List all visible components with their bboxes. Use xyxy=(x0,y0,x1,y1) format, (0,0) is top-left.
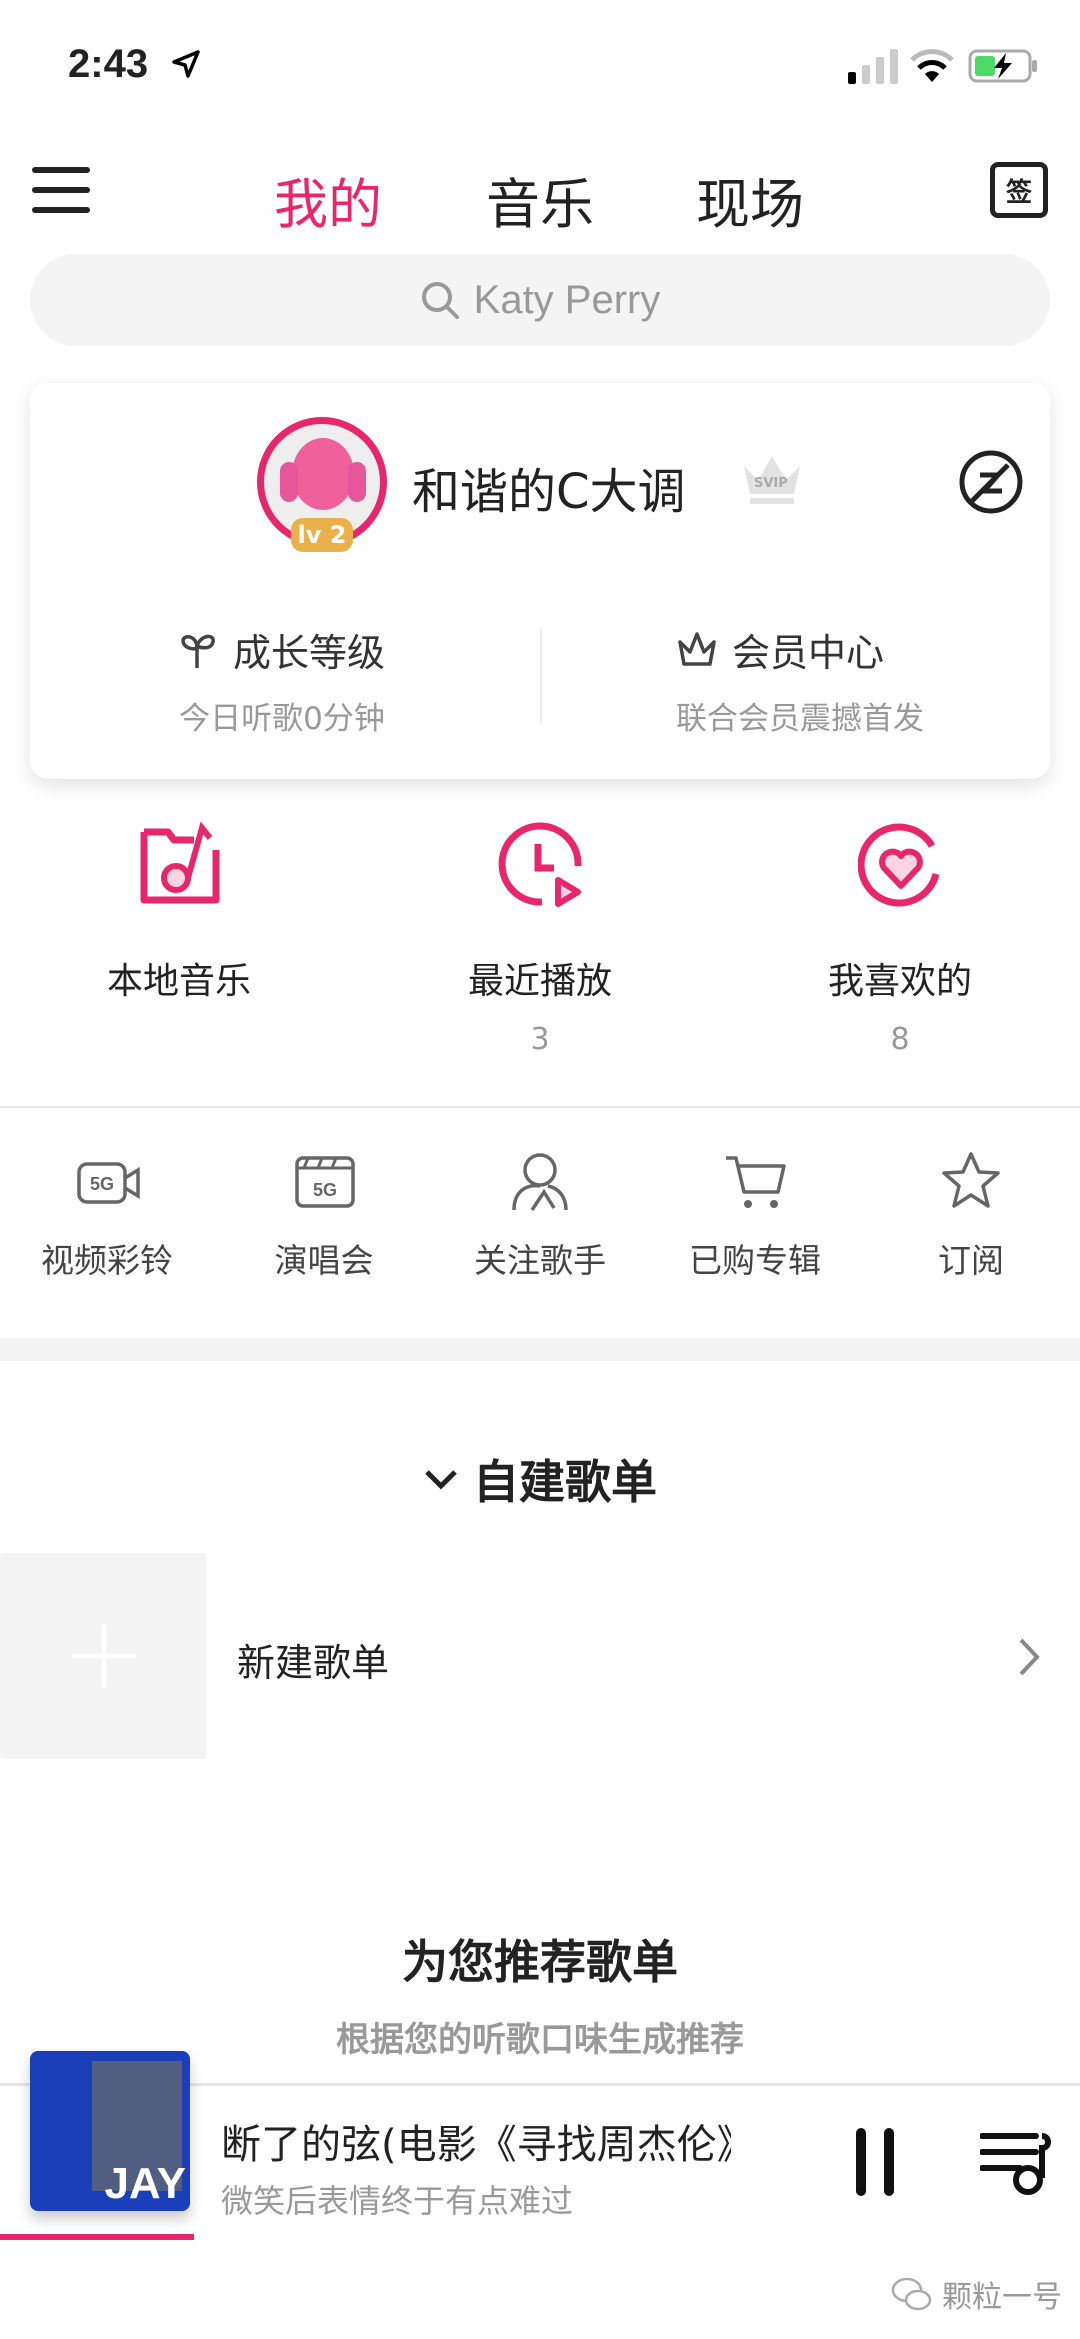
favorites-label[interactable]: 我喜欢的 xyxy=(828,952,972,1004)
new-playlist-label[interactable]: 新建歌单 xyxy=(237,1632,389,1687)
search-input[interactable]: Katy Perry xyxy=(30,254,1050,346)
checkin-calendar-icon[interactable]: 签 xyxy=(990,162,1048,218)
watermark-text: 颗粒一号 xyxy=(942,2280,1062,2315)
member-center-title: 会员中心 xyxy=(732,631,885,675)
progress-fill xyxy=(0,2234,195,2240)
singer-icon xyxy=(512,1153,568,1211)
section-gap xyxy=(0,1338,1080,1361)
recent-play-count: 3 xyxy=(530,1022,550,1057)
recent-play-label[interactable]: 最近播放 xyxy=(468,952,612,1004)
shortcut-video-ringtone[interactable]: 视频彩铃 xyxy=(41,1234,173,1282)
svip-badge: SVIP xyxy=(754,476,788,491)
star-icon xyxy=(942,1152,1000,1208)
search-icon xyxy=(421,282,459,319)
stats-divider xyxy=(540,628,542,724)
tab-music[interactable]: 音乐 xyxy=(486,160,594,239)
shortcut-subscriptions[interactable]: 订阅 xyxy=(938,1234,1004,1282)
growth-level-title: 成长等级 xyxy=(232,631,386,675)
chevron-right-icon[interactable] xyxy=(1016,1636,1042,1678)
plus-icon xyxy=(72,1625,136,1687)
svg-text:5G: 5G xyxy=(90,1174,114,1194)
battery-charging-icon xyxy=(968,49,1037,83)
pause-icon[interactable] xyxy=(852,2126,900,2198)
playback-progress[interactable] xyxy=(0,2234,1080,2240)
wifi-icon xyxy=(910,49,954,82)
location-arrow-icon xyxy=(172,50,200,78)
my-playlists-header[interactable]: 自建歌单 xyxy=(423,1446,657,1512)
album-art[interactable]: JAY xyxy=(30,2051,190,2211)
growth-level-subtitle: 今日听歌0分钟 xyxy=(179,701,385,737)
new-playlist-tile[interactable] xyxy=(0,1553,207,1759)
signal-icon xyxy=(848,49,898,84)
tab-mine[interactable]: 我的 xyxy=(274,160,382,239)
status-time: 2:43 xyxy=(68,42,149,86)
album-art-text: JAY xyxy=(104,2159,186,2208)
local-music-label[interactable]: 本地音乐 xyxy=(107,952,251,1004)
divider xyxy=(0,1106,1080,1108)
search-placeholder: Katy Perry xyxy=(473,277,661,322)
wechat-icon xyxy=(891,2277,932,2311)
svip-crown-icon: SVIP xyxy=(740,452,804,506)
recent-play-icon xyxy=(498,822,582,907)
switch-theme-icon[interactable] xyxy=(958,449,1024,515)
growth-level[interactable]: 成长等级 今日听歌0分钟 xyxy=(179,622,385,738)
concert-5g-icon: 5G xyxy=(295,1156,355,1208)
favorites-heart-icon xyxy=(858,823,940,907)
chevron-down-icon xyxy=(425,1470,457,1490)
svg-text:5G: 5G xyxy=(313,1180,337,1200)
shortcut-concert[interactable]: 演唱会 xyxy=(275,1234,374,1282)
tab-live[interactable]: 现场 xyxy=(696,160,804,239)
cart-icon xyxy=(726,1156,786,1208)
username[interactable]: 和谐的C大调 xyxy=(412,452,686,522)
shortcut-followed-singers[interactable]: 关注歌手 xyxy=(474,1234,606,1282)
member-center-subtitle: 联合会员震撼首发 xyxy=(676,701,924,737)
member-center[interactable]: 会员中心 联合会员震撼首发 xyxy=(676,622,924,738)
my-playlists-title: 自建歌单 xyxy=(473,1455,657,1509)
local-music-icon xyxy=(140,821,220,904)
sprout-icon xyxy=(181,634,215,668)
checkin-label: 签 xyxy=(1005,177,1032,208)
menu-icon[interactable] xyxy=(32,165,90,215)
now-playing-title[interactable]: 断了的弦(电影《寻找周杰伦》插曲) xyxy=(221,2112,731,2170)
video-5g-icon: 5G xyxy=(77,1162,140,1204)
crown-icon xyxy=(678,631,716,666)
favorites-count: 8 xyxy=(890,1022,910,1057)
now-playing-artist: 微笑后表情终于有点难过 xyxy=(221,2182,574,2220)
recommend-title: 为您推荐歌单 xyxy=(402,1935,678,1989)
watermark: 颗粒一号 xyxy=(890,2272,1062,2316)
level-badge: lv 2 xyxy=(291,518,353,552)
recommend-subtitle: 根据您的听歌口味生成推荐 xyxy=(336,2020,744,2060)
playlist-queue-icon[interactable] xyxy=(980,2130,1052,2196)
shortcut-purchased-albums[interactable]: 已购专辑 xyxy=(689,1234,821,1282)
